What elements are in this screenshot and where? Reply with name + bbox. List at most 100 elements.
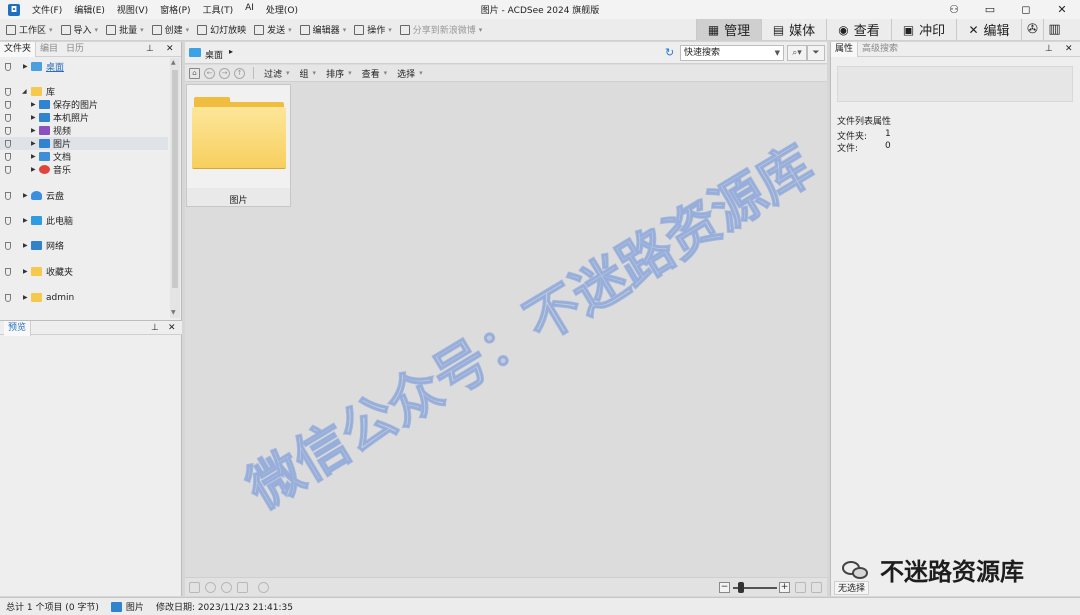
zoom-out-button[interactable]: −	[719, 582, 730, 593]
home-icon[interactable]: ⌂	[189, 67, 200, 79]
rotate-right-icon[interactable]	[221, 582, 232, 593]
browser-bottom-bar: − +	[185, 577, 827, 596]
filter-button[interactable]: ⏷	[807, 45, 825, 61]
close-pane-icon[interactable]: ✕	[166, 44, 174, 54]
pin-icon[interactable]: ⊥	[146, 44, 154, 54]
expand-arrow-icon[interactable]: ▶	[31, 127, 36, 134]
quick-search-input[interactable]: 快速搜索 ▼	[680, 45, 784, 61]
menu-view[interactable]: 视图(V)	[111, 3, 154, 16]
restore-icon[interactable]: ◻	[1008, 0, 1044, 19]
collapse-arrow-icon[interactable]: ◢	[22, 88, 27, 95]
menu-tools[interactable]: 工具(T)	[197, 3, 240, 16]
tree-item-videos[interactable]: ▶ 视频	[0, 124, 168, 137]
menu-process[interactable]: 处理(O)	[260, 3, 304, 16]
menu-ai[interactable]: AI	[239, 3, 260, 16]
slideshow-button[interactable]: 幻灯放映	[197, 23, 246, 36]
rotate-left-icon[interactable]	[205, 582, 216, 593]
batch-button[interactable]: 批量 ▾	[106, 23, 144, 36]
tree-item-desktop[interactable]: ▶ 桌面	[0, 60, 168, 73]
tab-advanced-search[interactable]: 高级搜索	[858, 42, 902, 57]
up-icon[interactable]: ↑	[234, 67, 245, 79]
forward-icon[interactable]: →	[219, 67, 230, 79]
expand-arrow-icon[interactable]: ▶	[23, 242, 28, 249]
tree-item-favorites[interactable]: ▶ 收藏夹	[0, 265, 168, 278]
filter-menu[interactable]: 过滤 ▾	[264, 67, 290, 80]
share-weibo-button[interactable]: 分享到新浪微博 ▾	[399, 23, 482, 36]
scroll-down-icon[interactable]: ▼	[171, 309, 176, 316]
tree-item-pictures[interactable]: ▶ 图片	[0, 137, 168, 150]
send-button[interactable]: 发送 ▾	[254, 23, 292, 36]
workspace-button[interactable]: 工作区 ▾	[6, 23, 53, 36]
zoom-slider-thumb[interactable]	[738, 582, 744, 593]
chevron-down-icon[interactable]: ▼	[775, 46, 780, 60]
import-button[interactable]: 导入 ▾	[60, 23, 98, 36]
close-pane-icon[interactable]: ✕	[1065, 44, 1073, 54]
film-reel-icon: ✇	[1027, 22, 1038, 37]
close-pane-icon[interactable]: ✕	[168, 323, 176, 333]
expand-arrow-icon[interactable]: ▶	[31, 166, 36, 173]
scroll-up-icon[interactable]: ▲	[171, 59, 176, 66]
tree-item-camera-roll[interactable]: ▶ 本机照片	[0, 111, 168, 124]
tab-catalog[interactable]: 编目	[36, 42, 62, 57]
tree-item-music[interactable]: ▶ 音乐	[0, 163, 168, 176]
zoom-in-button[interactable]: +	[779, 582, 790, 593]
expand-arrow-icon[interactable]: ▶	[23, 63, 28, 70]
menu-file[interactable]: 文件(F)	[26, 3, 68, 16]
expand-arrow-icon[interactable]: ▶	[23, 268, 28, 275]
user-account-icon[interactable]: ⚇	[936, 0, 972, 19]
mode-develop-button[interactable]: ▣ 冲印	[891, 19, 956, 40]
folder-tree-scrollbar[interactable]: ▲ ▼	[170, 58, 180, 318]
sort-menu[interactable]: 排序 ▾	[326, 67, 352, 80]
title-bar: ◘ 文件(F) 编辑(E) 视图(V) 窗格(P) 工具(T) AI 处理(O)…	[0, 0, 1080, 19]
tab-properties[interactable]: 属性	[831, 41, 859, 57]
tree-item-network[interactable]: ▶ 网络	[0, 239, 168, 252]
thumbnail-view-icon[interactable]	[811, 582, 822, 593]
expand-arrow-icon[interactable]: ▶	[23, 217, 28, 224]
folder-thumbnail[interactable]: 图片	[186, 84, 291, 207]
select-menu[interactable]: 选择 ▾	[397, 67, 423, 80]
acdsee-logo-icon[interactable]: ◘	[8, 3, 20, 16]
search-button[interactable]: ⌕▾	[787, 45, 807, 61]
pin-icon[interactable]: ⊥	[1045, 44, 1053, 54]
close-window-icon[interactable]: ✕	[1044, 0, 1080, 19]
actions-button[interactable]: 操作 ▾	[354, 23, 392, 36]
expand-arrow-icon[interactable]: ▶	[31, 101, 36, 108]
menu-edit[interactable]: 编辑(E)	[68, 3, 111, 16]
view-menu[interactable]: 查看 ▾	[362, 67, 388, 80]
mode-365-button[interactable]: ✇	[1021, 19, 1043, 40]
expand-arrow-icon[interactable]: ▶	[31, 153, 36, 160]
mode-edit-button[interactable]: ✕ 编辑	[956, 19, 1021, 40]
create-button[interactable]: 创建 ▾	[151, 23, 189, 36]
tree-item-saved-pictures[interactable]: ▶ 保存的图片	[0, 98, 168, 111]
breadcrumb-arrow-icon[interactable]: ▸	[229, 47, 233, 56]
mode-media-button[interactable]: ▤ 媒体	[761, 19, 826, 40]
mode-manage-button[interactable]: ▦ 管理	[696, 19, 761, 40]
tab-folders[interactable]: 文件夹	[0, 41, 37, 57]
tree-item-library[interactable]: ◢ 库	[0, 85, 168, 98]
tree-item-this-pc[interactable]: ▶ 此电脑	[0, 214, 168, 227]
expand-arrow-icon[interactable]: ▶	[31, 114, 36, 121]
group-menu[interactable]: 组 ▾	[300, 67, 317, 80]
minimize-icon[interactable]: ▭	[972, 0, 1008, 19]
editor-button[interactable]: 编辑器 ▾	[299, 23, 346, 36]
tree-item-admin[interactable]: ▶ admin	[0, 291, 168, 304]
rotate-icon[interactable]	[189, 582, 200, 593]
breadcrumb-desktop[interactable]: 桌面	[205, 48, 223, 61]
mode-view-button[interactable]: ◉ 查看	[826, 19, 891, 40]
refresh-icon[interactable]: ↻	[665, 46, 674, 59]
tree-item-documents[interactable]: ▶ 文档	[0, 150, 168, 163]
tree-item-cloud-drive[interactable]: ▶ 云盘	[0, 189, 168, 202]
menu-panes[interactable]: 窗格(P)	[154, 3, 196, 16]
tab-calendar[interactable]: 日历	[62, 42, 88, 57]
tab-preview[interactable]: 预览	[4, 321, 32, 336]
fit-image-icon[interactable]	[795, 582, 806, 593]
expand-arrow-icon[interactable]: ▶	[23, 294, 28, 301]
play-icon[interactable]	[258, 582, 269, 593]
expand-arrow-icon[interactable]: ▶	[23, 192, 28, 199]
dashboard-button[interactable]: ▥	[1043, 19, 1065, 40]
scrollbar-thumb[interactable]	[172, 70, 178, 288]
back-icon[interactable]: ←	[204, 67, 215, 79]
delete-icon[interactable]	[237, 582, 248, 593]
pin-icon[interactable]: ⊥	[151, 323, 159, 333]
expand-arrow-icon[interactable]: ▶	[31, 140, 36, 147]
